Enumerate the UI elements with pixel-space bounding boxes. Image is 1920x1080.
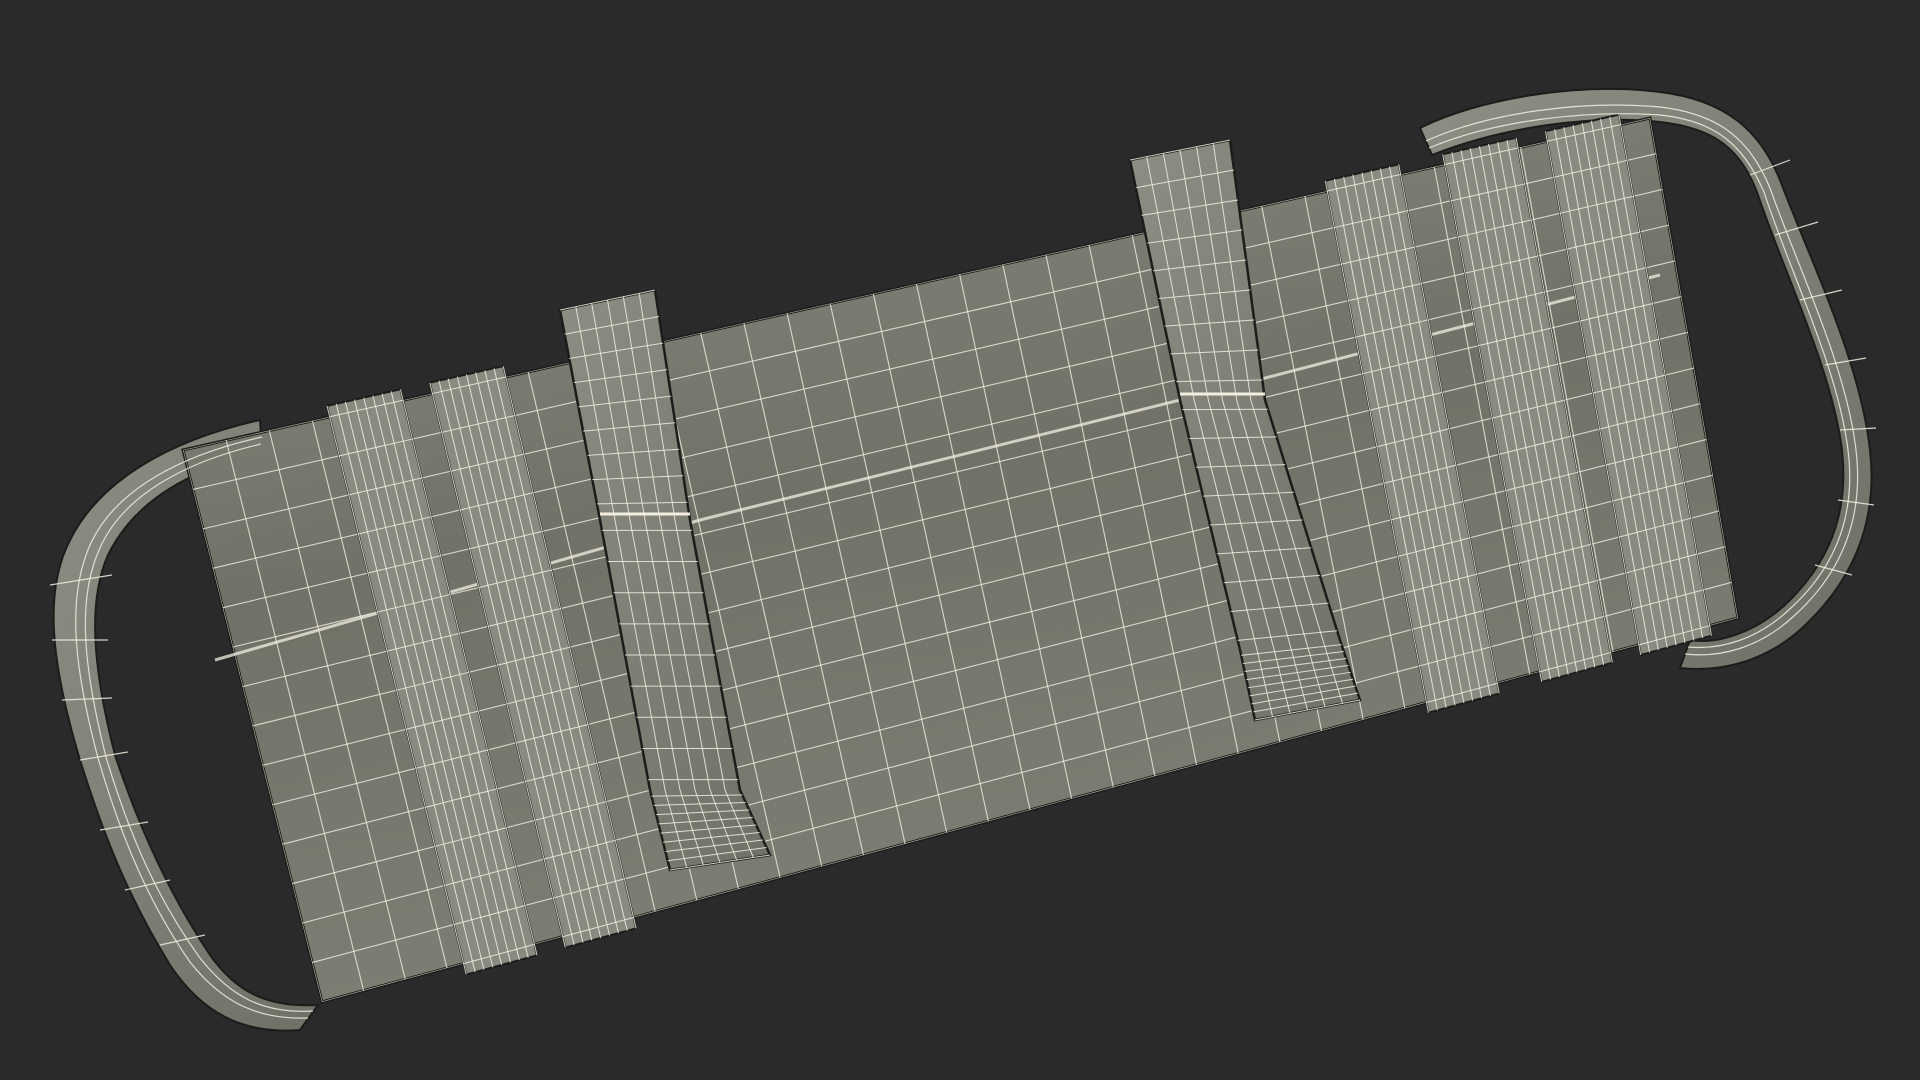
sandbag-render (0, 0, 1920, 1080)
render-viewport (0, 0, 1920, 1080)
